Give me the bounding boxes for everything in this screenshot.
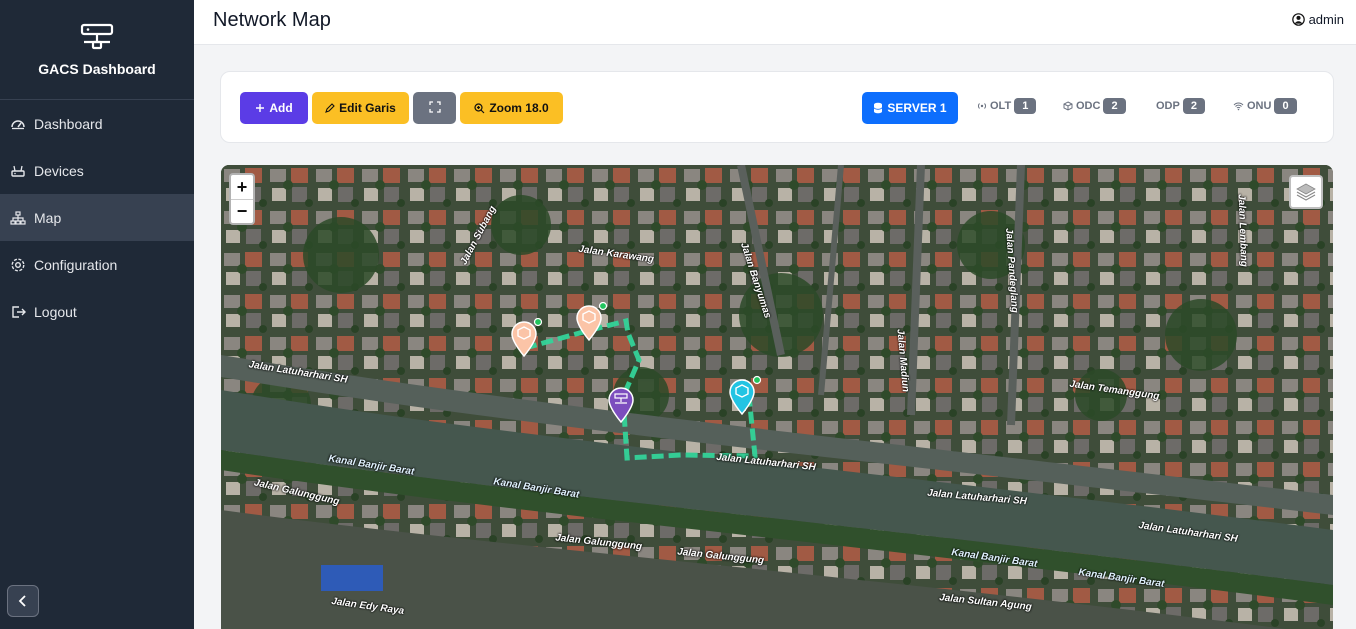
fullscreen-icon (428, 100, 441, 116)
sidebar-item-label: Dashboard (34, 115, 103, 132)
edit-label: Edit Garis (339, 101, 396, 115)
user-menu[interactable]: admin (1291, 12, 1344, 27)
stat-odp: ODP 2 (1156, 98, 1205, 114)
stat-olt: OLT 1 (977, 98, 1037, 114)
stat-onu: ONU 0 (1233, 98, 1297, 114)
sidebar-collapse-button[interactable] (7, 585, 39, 617)
speedometer-icon (10, 116, 26, 132)
map-toolbar: Add Edit Garis Zoom 18.0 SERVER 1 OLT 1 (220, 71, 1334, 143)
stat-label: OLT (990, 100, 1012, 112)
gear-icon (10, 257, 26, 273)
diagram-icon (10, 210, 26, 226)
user-circle-icon (1291, 13, 1305, 26)
pencil-icon (325, 103, 335, 113)
odp-marker-1[interactable] (509, 318, 543, 358)
sidebar-item-map[interactable]: Map (0, 194, 194, 241)
sidebar-item-label: Logout (34, 303, 77, 320)
stat-odc: ODC 2 (1063, 98, 1126, 114)
stat-count-badge: 0 (1274, 98, 1297, 114)
broadcast-icon (977, 101, 987, 111)
edit-lines-button[interactable]: Edit Garis (312, 92, 409, 124)
add-label: Add (269, 101, 293, 115)
plus-icon (255, 103, 265, 113)
sidebar-item-label: Configuration (34, 256, 118, 273)
brand: GACS Dashboard (0, 0, 194, 100)
router-icon (10, 163, 26, 179)
map-zoom-control: + − (229, 173, 255, 225)
sidebar-item-label: Devices (34, 162, 84, 179)
stat-count-badge: 2 (1103, 98, 1126, 114)
olt-marker[interactable] (606, 384, 638, 424)
satellite-map-tiles (221, 165, 1333, 629)
logout-icon (10, 304, 26, 320)
sidebar-item-label: Map (34, 209, 62, 226)
network-server-icon (80, 23, 114, 49)
stat-count-badge: 2 (1182, 98, 1205, 114)
network-map[interactable]: Jalan Latuharhari SH Jalan Latuharhari S… (221, 165, 1333, 629)
server-label: SERVER 1 (887, 101, 947, 115)
sidebar-item-logout[interactable]: Logout (0, 288, 194, 335)
odp-marker-2[interactable] (574, 302, 608, 342)
brand-title: GACS Dashboard (38, 60, 156, 77)
sidebar-item-dashboard[interactable]: Dashboard (0, 100, 194, 147)
zoom-label: Zoom 18.0 (489, 101, 549, 115)
page-title: Network Map (213, 9, 331, 31)
top-header: Network Map admin (194, 0, 1356, 45)
layers-button[interactable] (1289, 175, 1323, 209)
stat-label: ODP (1156, 100, 1180, 112)
zoom-level-button[interactable]: Zoom 18.0 (460, 92, 563, 124)
zoom-out-button[interactable]: − (231, 199, 253, 223)
database-icon (873, 102, 883, 114)
stat-label: ONU (1247, 100, 1272, 112)
odc-marker[interactable] (727, 374, 763, 416)
add-button[interactable]: Add (240, 92, 308, 124)
username: admin (1308, 12, 1344, 27)
layers-icon (1296, 183, 1316, 201)
zoom-in-icon (474, 102, 485, 114)
sidebar: GACS Dashboard Dashboard Devices Map Con… (0, 0, 194, 629)
chevron-left-icon (18, 595, 26, 607)
sidebar-item-devices[interactable]: Devices (0, 147, 194, 194)
sidebar-item-configuration[interactable]: Configuration (0, 241, 194, 288)
sidebar-nav: Dashboard Devices Map Configuration Logo… (0, 100, 194, 335)
wifi-icon (1233, 101, 1244, 111)
stat-count-badge: 1 (1014, 98, 1037, 114)
server-select-button[interactable]: SERVER 1 (862, 92, 958, 124)
zoom-in-button[interactable]: + (231, 175, 253, 199)
fullscreen-button[interactable] (413, 92, 456, 124)
stat-label: ODC (1076, 100, 1101, 112)
box-icon (1063, 101, 1073, 111)
